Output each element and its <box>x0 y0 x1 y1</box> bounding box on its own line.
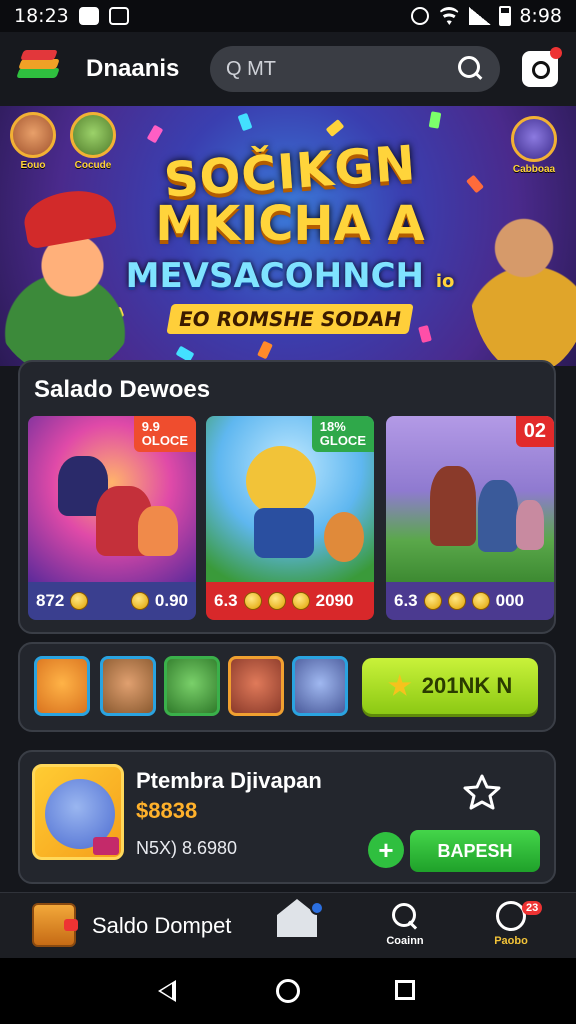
featured-meta: N5X) 8.6980 <box>136 838 238 858</box>
search-icon <box>390 901 420 931</box>
game-footer-1: 872 0.90 <box>28 582 196 620</box>
game-tag-2: 18% GLOCE <box>311 416 374 452</box>
game-tag-1: 9.9 OLOCE <box>133 416 196 452</box>
coin-icon <box>423 592 442 610</box>
app-logo-icon[interactable] <box>14 48 64 90</box>
app-bar: Dnaanis Q MT <box>0 32 576 106</box>
app-notification-icon <box>78 7 99 25</box>
banner-title: SOČIKGN MKICHA A MEVSACOHNCH io EO ROMSH… <box>120 135 460 334</box>
banner-line-4: EO ROMSHE SODAH <box>166 304 414 334</box>
hero-character-right <box>470 194 576 366</box>
camera-icon[interactable] <box>522 47 562 87</box>
search-input[interactable]: Q MT <box>226 58 458 81</box>
bottom-nav: Saldo Dompet Coainn Paobo 23 <box>0 892 576 958</box>
home-notification-dot <box>310 901 324 915</box>
game-tile-3[interactable]: 02 6.3 000 <box>386 416 554 620</box>
star-icon <box>388 674 412 696</box>
wallet-icon[interactable] <box>32 903 78 947</box>
section-title: Salado Dewoes <box>34 376 211 403</box>
message-notification-icon <box>108 7 129 25</box>
add-button[interactable]: + <box>368 832 404 868</box>
game-tile-2[interactable]: 18% GLOCE 6.3 2090 <box>206 416 374 620</box>
nav-search-label: Coainn <box>386 935 424 947</box>
system-navigation <box>0 958 576 1024</box>
favorite-star-icon[interactable] <box>462 772 502 812</box>
recents-icon[interactable] <box>395 980 415 1000</box>
alarm-icon <box>411 7 430 25</box>
coin-icon <box>267 592 286 610</box>
game-price-2: 6.3 <box>214 591 238 610</box>
avatar-2[interactable] <box>100 656 156 716</box>
game-coins-3: 000 <box>495 591 525 610</box>
nav-profile[interactable]: Paobo 23 <box>476 899 546 947</box>
buy-button[interactable]: BAPESH <box>410 830 540 872</box>
game-tag-3: 02 <box>515 416 554 447</box>
profile-badge: 23 <box>522 901 543 915</box>
promo-banner[interactable]: Eouo Cocude Cabboaa SOČIKGN MKICHA A MEV… <box>0 106 576 366</box>
banner-line-3: MEVSACOHNCH io <box>125 256 455 296</box>
nav-profile-label: Paobo <box>494 935 528 947</box>
game-footer-2: 6.3 2090 <box>206 582 374 620</box>
search-bar[interactable]: Q MT <box>210 46 500 92</box>
avatar-3[interactable] <box>164 656 220 716</box>
home-button-icon[interactable] <box>276 979 300 1003</box>
clock: 18:23 <box>14 5 69 27</box>
badge-eouo[interactable]: Eouo <box>6 112 60 171</box>
coin-icon <box>471 592 490 610</box>
claim-button[interactable]: 201NK N <box>362 658 538 714</box>
game-price-3: 6.3 <box>394 591 418 610</box>
search-icon[interactable] <box>458 56 484 82</box>
game-tile-1[interactable]: 9.9 OLOCE 872 0.90 <box>28 416 196 620</box>
coin-icon <box>291 592 310 610</box>
wifi-icon <box>437 7 462 25</box>
avatar-4[interactable] <box>228 656 284 716</box>
wallet-label[interactable]: Saldo Dompet <box>92 913 231 939</box>
coin-icon <box>70 592 89 610</box>
game-coins-2: 2090 <box>315 591 354 610</box>
featured-price: $8838 <box>136 798 198 823</box>
battery-icon <box>499 6 512 26</box>
coin-icon <box>130 592 149 610</box>
game-price-1: 872 <box>36 591 65 610</box>
nav-home[interactable] <box>262 899 332 937</box>
status-time-right: 8:98 <box>519 5 562 27</box>
game-footer-3: 6.3 000 <box>386 582 554 620</box>
status-bar: 18:23 8:98 <box>0 0 576 32</box>
badge-cocude[interactable]: Cocude <box>66 112 120 171</box>
nav-search[interactable]: Coainn <box>370 899 440 947</box>
back-icon[interactable] <box>158 980 176 1002</box>
app-title: Dnaanis <box>86 55 180 82</box>
badge-cabboaa[interactable]: Cabboaa <box>504 116 564 175</box>
featured-item-card[interactable]: Ptembra Djivapan $8838 N5X) 8.6980 + BAP… <box>18 750 556 884</box>
coin-icon <box>243 592 262 610</box>
featured-thumbnail[interactable] <box>32 764 124 860</box>
coin-icon <box>447 592 466 610</box>
avatar-row: 201NK N <box>18 642 556 732</box>
game-coins-1: 0.90 <box>154 591 188 610</box>
featured-name: Ptembra Djivapan <box>136 768 322 793</box>
selected-games-section: Salado Dewoes 9.9 OLOCE 872 0.90 18% GLO… <box>18 360 556 634</box>
signal-icon <box>469 7 492 25</box>
avatar-1[interactable] <box>34 656 90 716</box>
avatar-5[interactable] <box>292 656 348 716</box>
